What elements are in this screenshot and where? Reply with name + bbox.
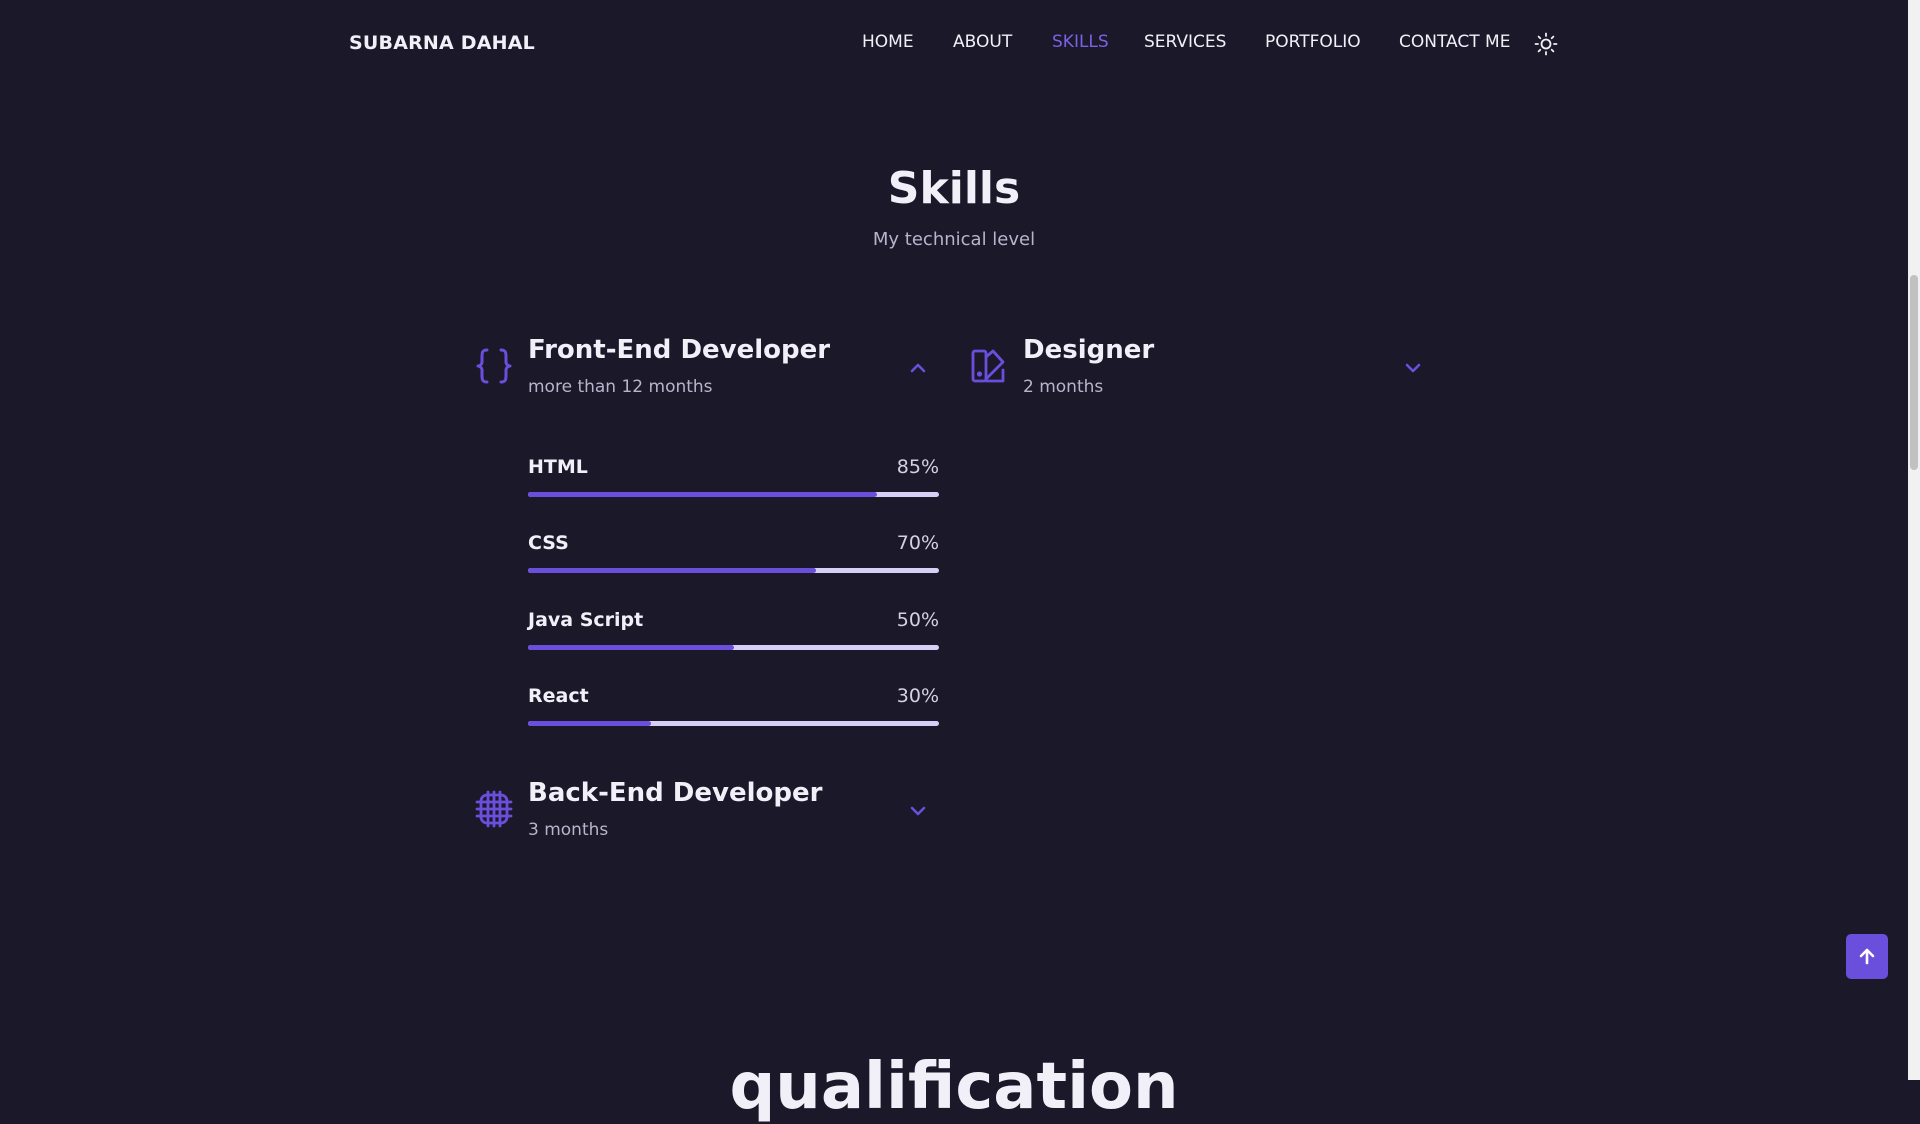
page-scrollbar[interactable] [1908,0,1920,1080]
chevron-up-icon[interactable] [906,356,930,380]
section-subtitle: My technical level [872,229,1036,250]
nav-skills[interactable]: SKILLS [1052,32,1109,52]
skill-group-backend-header[interactable]: Back-End Developer 3 months [470,773,940,853]
logo-link[interactable]: SUBARNA DAHAL [349,32,535,54]
braces-icon [474,346,514,386]
nav-portfolio[interactable]: PORTFOLIO [1265,32,1361,52]
skill-group-frontend-header[interactable]: Front-End Developer more than 12 months [470,330,940,410]
skill-bar-track [528,721,939,726]
skill-percent: 70% [896,532,939,554]
nav-about[interactable]: ABOUT [953,32,1012,52]
scroll-to-top-button[interactable] [1846,934,1888,979]
skill-item-react: React 30% [528,685,939,729]
skill-bar-fill [528,721,652,726]
skill-group-subtitle: 3 months [528,820,609,840]
next-section-title: qualification [729,1050,1179,1124]
chevron-down-icon[interactable] [906,799,930,823]
skill-name: HTML [528,456,588,478]
server-icon [474,789,514,829]
arrow-up-icon [1859,948,1875,965]
skill-item-javascript: Java Script 50% [528,609,939,653]
skill-name: React [528,685,589,707]
skill-group-title: Designer [1023,335,1155,365]
skill-bar-fill [528,568,816,573]
nav-services[interactable]: SERVICES [1144,32,1226,52]
skill-percent: 50% [896,609,939,631]
skill-percent: 85% [896,456,939,478]
skill-group-designer-header[interactable]: Designer 2 months [965,330,1435,410]
skill-item-css: CSS 70% [528,532,939,576]
skill-bar-track [528,492,939,497]
skill-group-title: Front-End Developer [528,335,831,365]
skill-bar-track [528,568,939,573]
skill-bar-fill [528,645,734,650]
skill-item-html: HTML 85% [528,456,939,500]
section-title: Skills [887,163,1021,214]
skill-bar-track [528,645,939,650]
nav-contact-me[interactable]: CONTACT ME [1399,32,1510,52]
site-header: SUBARNA DAHAL HOME ABOUT SKILLS SERVICES… [0,0,1908,90]
chevron-down-icon[interactable] [1401,356,1425,380]
skill-name: Java Script [528,609,644,631]
skill-group-subtitle: 2 months [1023,377,1104,397]
skill-percent: 30% [896,685,939,707]
scrollbar-thumb[interactable] [1910,275,1918,470]
swatchbook-icon [969,346,1009,386]
sun-icon[interactable] [1534,32,1558,56]
skill-group-subtitle: more than 12 months [528,377,713,397]
skill-group-title: Back-End Developer [528,778,823,808]
skill-name: CSS [528,532,569,554]
nav-home[interactable]: HOME [862,32,914,52]
skill-bar-fill [528,492,878,497]
